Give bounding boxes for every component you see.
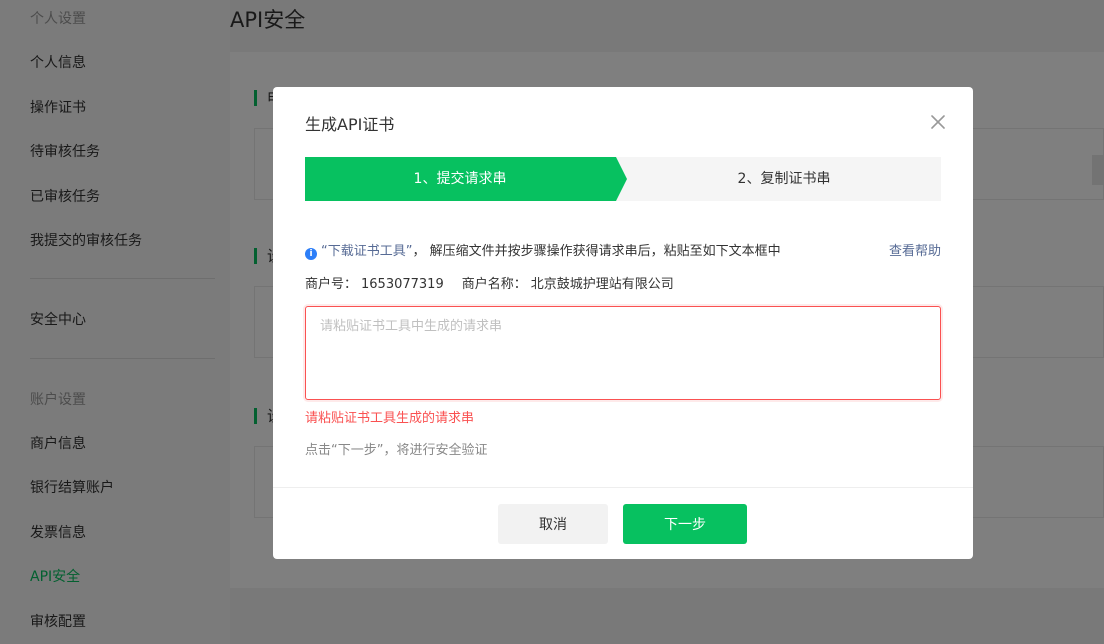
download-tool-link[interactable]: “下载证书工具” [321,244,412,259]
security-hint: 点击“下一步”，将进行安全验证 [305,443,488,458]
generate-cert-dialog: 生成API证书 1、提交请求串 2、复制证书串 i “下载证书工具”， 解压缩文件… [273,87,973,559]
merchant-info: 商户号： 1653077319 商户名称： 北京鼓城护理站有限公司 [305,276,678,294]
step-copy-cert: 2、复制证书串 [737,171,831,187]
merchant-id: 1653077319 [361,277,444,292]
dialog-title: 生成API证书 [305,115,395,134]
step-submit-request: 1、提交请求串 [305,157,627,201]
request-string-input[interactable] [305,306,941,400]
instruction-text: ， 解压缩文件并按步骤操作获得请求串后，粘贴至如下文本框中 [412,244,781,259]
close-icon[interactable] [927,111,949,133]
merchant-name-label: 商户名称： [461,277,527,292]
info-icon: i [305,248,317,260]
merchant-id-label: 商户号： [305,277,358,292]
error-message: 请粘贴证书工具生成的请求串 [305,411,475,426]
help-link[interactable]: 查看帮助 [889,243,941,261]
cancel-button[interactable]: 取消 [498,504,608,544]
next-button[interactable]: 下一步 [623,504,747,544]
step-indicator: 1、提交请求串 2、复制证书串 [305,157,941,201]
instruction-notice: i “下载证书工具”， 解压缩文件并按步骤操作获得请求串后，粘贴至如下文本框中 查… [305,243,941,261]
merchant-name: 北京鼓城护理站有限公司 [530,277,674,292]
dialog-divider [273,487,973,488]
